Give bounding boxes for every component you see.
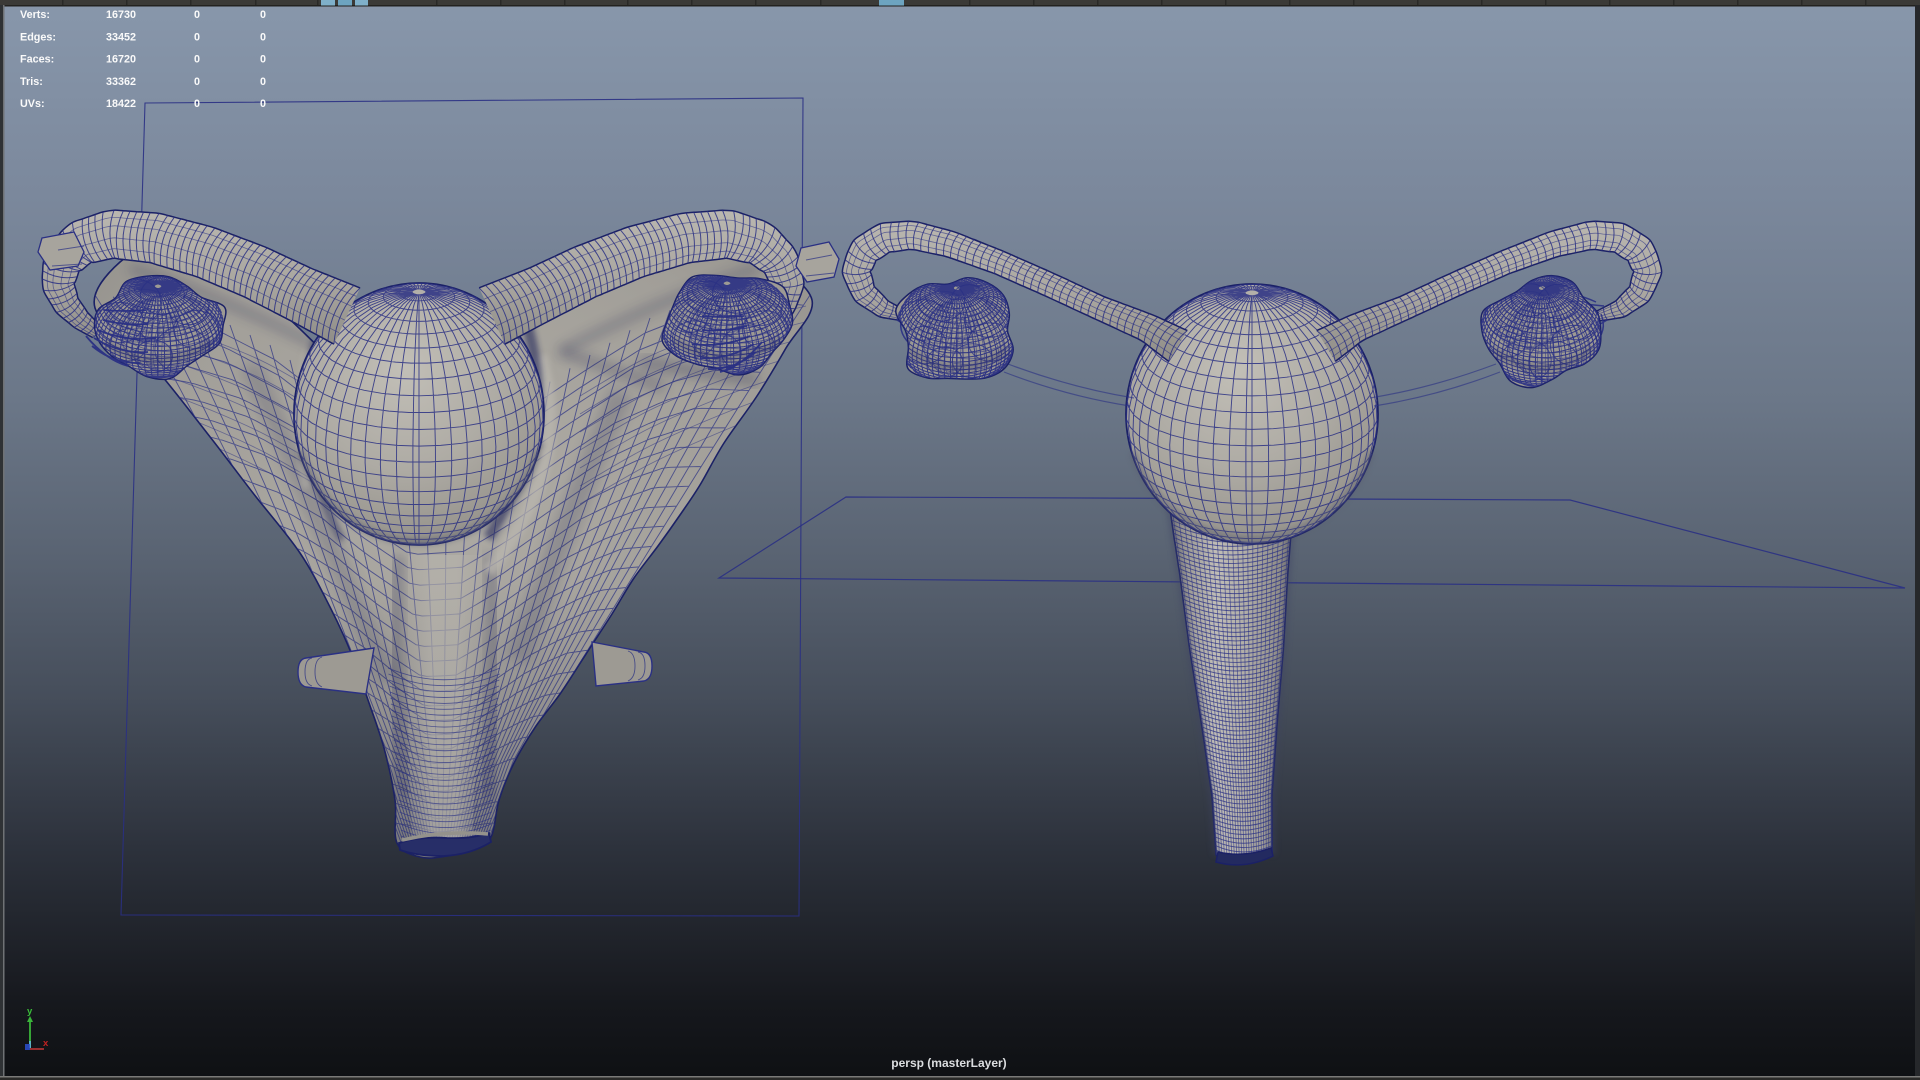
svg-text:persp (masterLayer): persp (masterLayer) <box>891 1056 1006 1070</box>
svg-text:0: 0 <box>194 98 200 110</box>
svg-text:0: 0 <box>260 54 266 66</box>
svg-text:Faces:: Faces: <box>20 54 54 66</box>
svg-text:Tris:: Tris: <box>20 76 43 88</box>
svg-text:x: x <box>43 1038 49 1049</box>
svg-text:0: 0 <box>194 54 200 66</box>
svg-text:0: 0 <box>194 76 200 88</box>
svg-text:0: 0 <box>260 98 266 110</box>
svg-text:0: 0 <box>260 31 266 43</box>
svg-text:18422: 18422 <box>106 98 136 110</box>
svg-text:Edges:: Edges: <box>20 31 56 43</box>
svg-text:16720: 16720 <box>106 54 136 66</box>
svg-text:0: 0 <box>260 76 266 88</box>
svg-text:0: 0 <box>194 31 200 43</box>
svg-text:Verts:: Verts: <box>20 9 50 21</box>
svg-text:UVs:: UVs: <box>20 98 45 110</box>
svg-text:33452: 33452 <box>106 31 136 43</box>
svg-text:16730: 16730 <box>106 9 136 21</box>
svg-text:0: 0 <box>194 9 200 21</box>
svg-text:0: 0 <box>260 9 266 21</box>
svg-text:33362: 33362 <box>106 76 136 88</box>
svg-text:y: y <box>27 1006 33 1017</box>
